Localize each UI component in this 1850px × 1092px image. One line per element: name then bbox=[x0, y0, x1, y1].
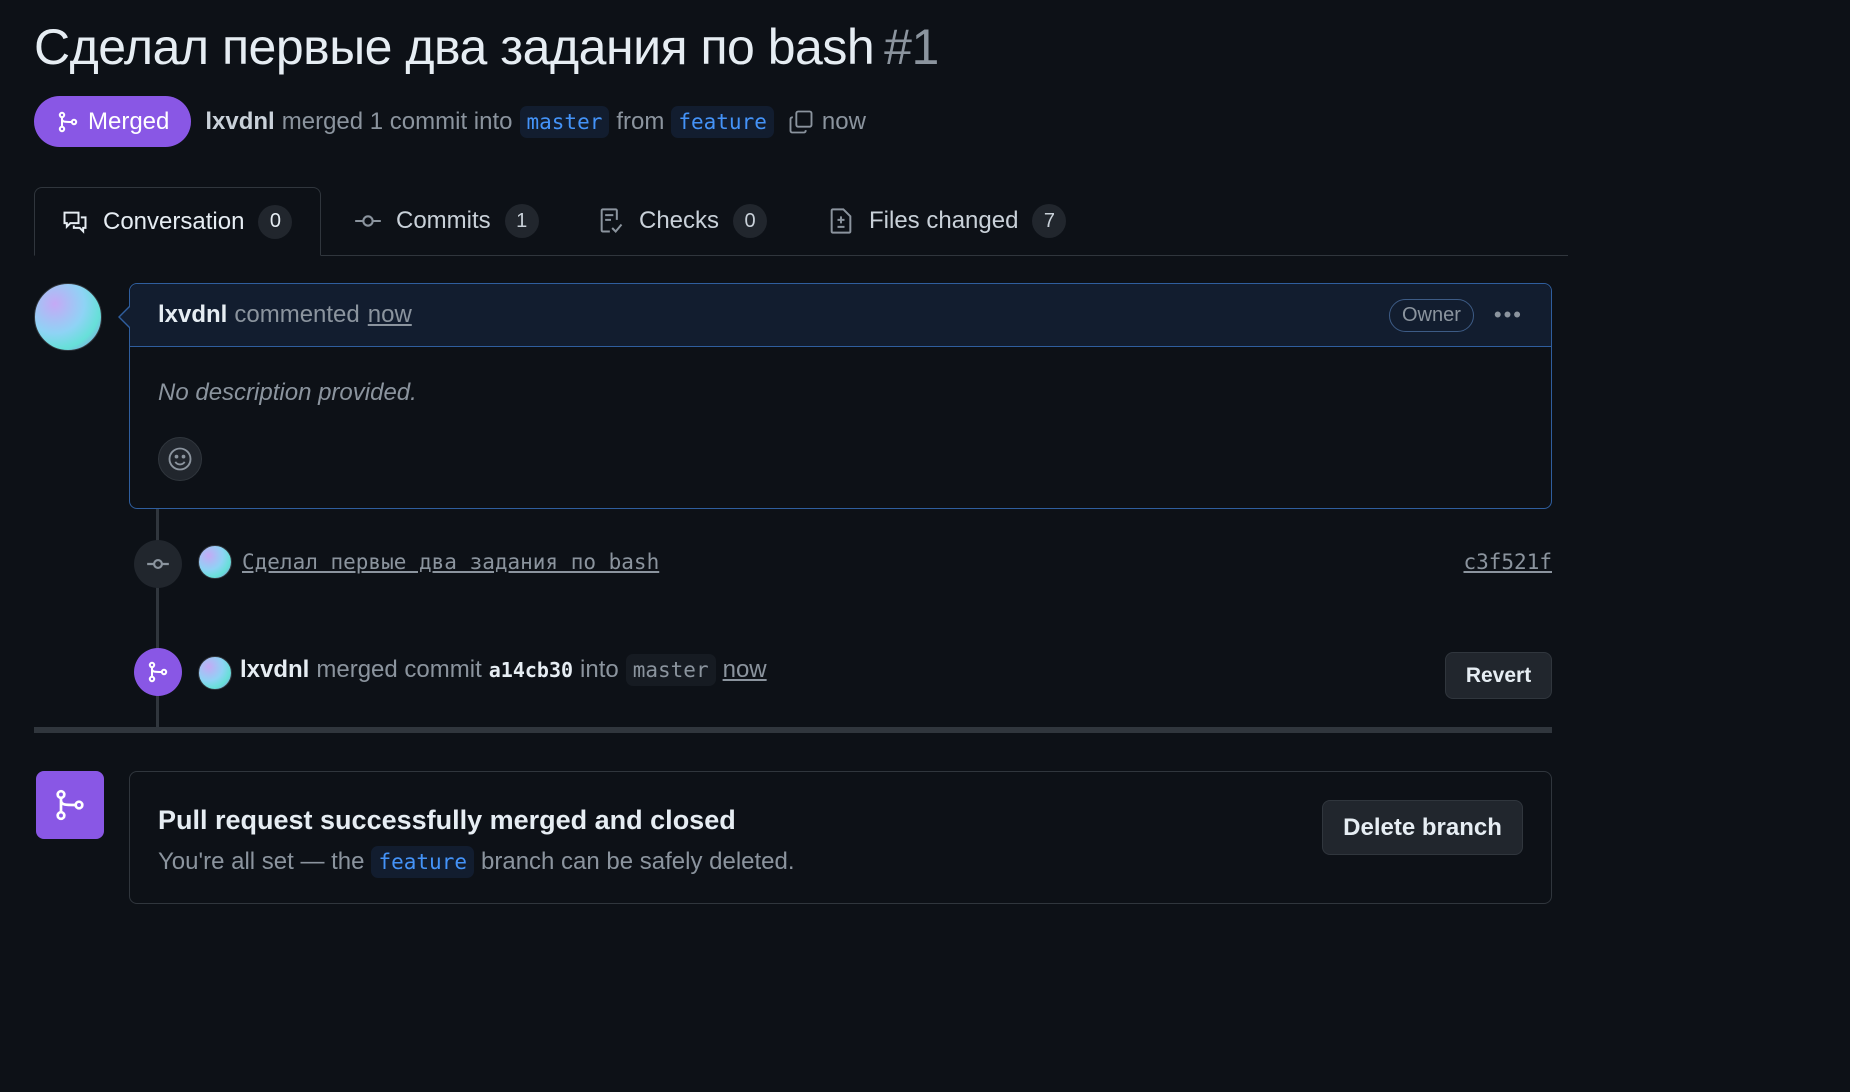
comment-body: No description provided. bbox=[158, 379, 417, 406]
timeline-divider bbox=[34, 727, 1552, 733]
merge-event: lxvdnl merged commit a14cb30 into master… bbox=[240, 654, 767, 686]
head-branch-link[interactable]: feature bbox=[671, 105, 774, 138]
owner-badge: Owner bbox=[1388, 298, 1474, 332]
pr-title-text: Сделал первые два задания по bash bbox=[34, 19, 875, 75]
base-branch-link[interactable]: master bbox=[519, 105, 610, 138]
commit-sha-link[interactable]: c3f521f bbox=[1463, 550, 1552, 574]
comment-author-avatar[interactable] bbox=[34, 283, 102, 351]
comment-author-link[interactable]: lxvdnl bbox=[158, 301, 227, 329]
merge-desc-branch-link[interactable]: feature bbox=[371, 846, 474, 878]
merge-desc-before: You're all set — the bbox=[158, 848, 365, 875]
pr-title: Сделал первые два задания по bash #1 bbox=[34, 18, 939, 76]
merge-time-link[interactable]: now bbox=[723, 656, 767, 684]
pr-number: #1 bbox=[884, 19, 939, 75]
git-commit-icon bbox=[354, 207, 382, 235]
commit-author-avatar[interactable] bbox=[198, 545, 232, 579]
merge-status-title: Pull request successfully merged and clo… bbox=[158, 805, 736, 835]
tab-files-changed-counter: 7 bbox=[1032, 204, 1067, 238]
tab-commits[interactable]: Commits 1 bbox=[354, 187, 539, 255]
tab-conversation[interactable]: Conversation 0 bbox=[34, 187, 322, 256]
tab-commits-label: Commits bbox=[396, 207, 491, 234]
merge-status-box: Pull request successfully merged and clo… bbox=[129, 771, 1552, 904]
merged-state-label: Merged bbox=[88, 107, 170, 135]
copy-icon[interactable] bbox=[787, 108, 815, 136]
tab-files-changed[interactable]: Files changed 7 bbox=[827, 187, 1067, 255]
git-merge-icon bbox=[146, 660, 170, 684]
comment-discussion-icon bbox=[61, 208, 89, 236]
tab-commits-counter: 1 bbox=[504, 204, 539, 238]
tab-checks-counter: 0 bbox=[733, 204, 768, 238]
tab-files-changed-label: Files changed bbox=[869, 207, 1019, 234]
merge-author-avatar[interactable] bbox=[198, 656, 232, 690]
add-reaction-button[interactable] bbox=[158, 437, 202, 481]
smiley-icon bbox=[166, 445, 194, 473]
merge-status-description: You're all set — the feature branch can … bbox=[158, 846, 795, 878]
comment-caret-inner bbox=[120, 307, 130, 327]
git-merge-icon bbox=[56, 110, 80, 134]
pr-from-text: from bbox=[616, 107, 665, 135]
tab-checks-label: Checks bbox=[639, 207, 720, 234]
merge-sha-link[interactable]: a14cb30 bbox=[489, 658, 573, 682]
pr-state-row: Merged lxvdnl merged 1 commit into maste… bbox=[34, 96, 866, 147]
merge-author-link[interactable]: lxvdnl bbox=[240, 656, 309, 684]
revert-button[interactable]: Revert bbox=[1445, 652, 1552, 699]
pr-time: now bbox=[821, 107, 866, 135]
delete-branch-button[interactable]: Delete branch bbox=[1322, 800, 1523, 855]
comment-time-link[interactable]: now bbox=[368, 301, 412, 329]
comment-box: lxvdnl commented now Owner ••• No descri… bbox=[129, 283, 1552, 509]
checklist-icon bbox=[597, 207, 625, 235]
git-merge-icon bbox=[52, 787, 88, 823]
pr-author-link[interactable]: lxvdnl bbox=[205, 108, 274, 136]
merge-into-text: into bbox=[580, 656, 619, 683]
merge-desc-after: branch can be safely deleted. bbox=[481, 848, 795, 875]
comment-header: lxvdnl commented now Owner ••• bbox=[130, 284, 1551, 347]
merged-status-icon-box bbox=[36, 771, 104, 839]
tab-conversation-counter: 0 bbox=[258, 204, 293, 239]
timeline-commit-badge bbox=[134, 540, 182, 588]
pr-meta: lxvdnl merged 1 commit into master from … bbox=[205, 105, 866, 138]
merge-branch-label: master bbox=[625, 654, 716, 686]
pr-tabs: Conversation 0 Commits 1 Checks 0 Files … bbox=[34, 187, 1568, 256]
tab-checks[interactable]: Checks 0 bbox=[597, 187, 768, 255]
timeline-merge-badge bbox=[134, 648, 182, 696]
kebab-menu-icon[interactable]: ••• bbox=[1494, 302, 1523, 328]
file-diff-icon bbox=[827, 207, 855, 235]
git-commit-icon bbox=[145, 551, 171, 577]
pr-merge-text: merged 1 commit into bbox=[281, 107, 513, 135]
tab-conversation-label: Conversation bbox=[103, 207, 245, 235]
commit-message-link[interactable]: Сделал первые два задания по bash bbox=[242, 550, 659, 574]
merged-state-badge: Merged bbox=[34, 96, 192, 147]
merge-event-text: merged commit bbox=[316, 656, 482, 683]
comment-action: commented bbox=[234, 301, 360, 328]
